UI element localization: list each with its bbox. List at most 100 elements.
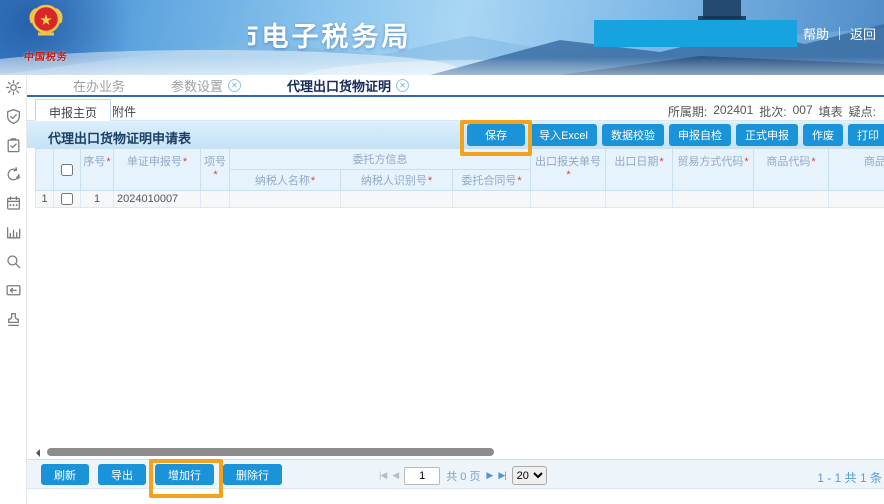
grid-button-group: 刷新 导出 增加行 删除行	[41, 464, 282, 485]
total-pages-label: 共 0 页	[446, 468, 480, 484]
horizontal-scrollbar	[27, 448, 884, 459]
tab-agency-export-certificate[interactable]: 代理出口货物证明	[287, 76, 409, 95]
goods-code-cell[interactable]	[754, 191, 829, 208]
item-no-cell[interactable]	[201, 191, 230, 208]
batch-label: 批次:	[759, 103, 786, 120]
scrollbar-thumb[interactable]	[47, 448, 494, 456]
refresh-button[interactable]: 刷新	[41, 464, 89, 485]
close-icon[interactable]	[396, 79, 409, 92]
add-row-button[interactable]: 增加行	[155, 464, 214, 485]
col-header-taxpayer-id: 纳税人识别号*	[341, 170, 453, 191]
last-page-icon[interactable]: ▶|	[498, 470, 505, 481]
col-header-trade-mode: 贸易方式代码*	[673, 149, 754, 191]
next-page-icon[interactable]: ▶	[486, 470, 492, 481]
shield-check-icon	[5, 108, 22, 125]
row-number-cell: 1	[36, 191, 54, 208]
back-link[interactable]: 返回	[850, 24, 876, 43]
required-asterisk: *	[311, 175, 315, 187]
period-label: 所属期:	[668, 103, 707, 120]
form-title: 代理出口货物证明申请表	[48, 128, 191, 147]
required-asterisk: *	[183, 156, 187, 168]
export-button[interactable]: 导出	[98, 464, 146, 485]
app-window: ★ 中国税务 市电子税务局 帮助 返回 在办业务 参数设置 代理出口货物证明	[0, 0, 884, 504]
bottom-toolbar: 刷新 导出 增加行 删除行 |◀ ◀ 共 0 页 ▶ ▶| 20 1 - 1	[27, 459, 884, 489]
redacted-user-info-block	[594, 20, 797, 47]
save-button-label: 保存	[485, 130, 507, 142]
page-title: 市电子税务局	[248, 15, 412, 54]
help-link[interactable]: 帮助	[803, 24, 829, 43]
top-tab-bar: 在办业务 参数设置 代理出口货物证明	[27, 75, 884, 97]
application-grid: 序号* 单证申报号* 项号* 委托方信息 出口报关单号* 出口日期* 贸易方式代…	[35, 148, 884, 208]
header-link-divider	[839, 27, 840, 40]
subtab-attachment[interactable]: 附件	[99, 99, 149, 121]
svg-text:★: ★	[39, 12, 52, 29]
sidebar-item-settings[interactable]	[5, 79, 22, 108]
national-tax-emblem-icon: ★	[25, 2, 67, 42]
scroll-left-arrow-icon[interactable]	[36, 449, 40, 457]
left-icon-sidebar	[0, 75, 27, 504]
contract-no-cell[interactable]	[453, 191, 531, 208]
sidebar-item-stamp[interactable]	[5, 311, 22, 340]
required-asterisk: *	[517, 175, 521, 187]
required-asterisk: *	[744, 156, 748, 168]
import-excel-button[interactable]: 导入Excel	[530, 124, 597, 146]
seq-cell[interactable]: 1	[81, 191, 114, 208]
formal-declare-button[interactable]: 正式申报	[736, 124, 798, 146]
self-check-button[interactable]: 申报自检	[669, 124, 731, 146]
goods-name-cell[interactable]	[829, 191, 884, 208]
tax-bureau-logo: ★ 中国税务	[14, 2, 78, 63]
monitor-arrow-icon	[5, 282, 22, 299]
first-page-icon[interactable]: |◀	[379, 470, 386, 481]
batch-value: 007	[793, 103, 813, 120]
required-asterisk: *	[428, 175, 432, 187]
sidebar-item-statistics[interactable]	[5, 224, 22, 253]
taxpayer-name-cell[interactable]	[230, 191, 341, 208]
col-header-export-date: 出口日期*	[606, 149, 673, 191]
main-content: 申报主页 附件 所属期: 202401 批次: 007 填表 疑点: 代理出口货…	[27, 97, 884, 504]
doubt-label: 疑点:	[849, 103, 876, 120]
sidebar-item-search[interactable]	[5, 253, 22, 282]
search-icon	[5, 253, 22, 270]
customs-no-cell[interactable]	[531, 191, 606, 208]
tab-parameter-settings[interactable]: 参数设置	[171, 76, 241, 95]
sidebar-item-exchange[interactable]	[5, 166, 22, 195]
void-button[interactable]: 作废	[803, 124, 843, 146]
page-number-input[interactable]	[404, 467, 440, 485]
col-header-taxpayer-name: 纳税人名称*	[230, 170, 341, 191]
action-button-group: 保存 导入Excel 数据校验 申报自检 正式申报 作废 打印	[467, 124, 884, 146]
sidebar-item-return-display[interactable]	[5, 282, 22, 311]
export-date-cell[interactable]	[606, 191, 673, 208]
logo-caption: 中国税务	[13, 48, 79, 63]
col-header-doc-no: 单证申报号*	[114, 149, 201, 191]
add-row-button-label: 增加行	[168, 470, 201, 482]
title-text: 电子税务局	[262, 22, 412, 52]
sidebar-item-tasks[interactable]	[5, 137, 22, 166]
delete-row-button[interactable]: 删除行	[223, 464, 282, 485]
select-all-header	[54, 149, 81, 191]
gear-icon	[5, 79, 22, 96]
page-size-select[interactable]: 20	[512, 466, 547, 485]
sidebar-item-protection[interactable]	[5, 108, 22, 137]
tab-pending-business[interactable]: 在办业务	[73, 76, 125, 95]
prev-page-icon[interactable]: ◀	[392, 470, 398, 481]
select-all-checkbox[interactable]	[61, 164, 73, 176]
pagination-bar: |◀ ◀ 共 0 页 ▶ ▶| 20	[379, 466, 547, 485]
circular-refresh-icon	[5, 166, 22, 183]
taxpayer-id-cell[interactable]	[341, 191, 453, 208]
data-check-button[interactable]: 数据校验	[602, 124, 664, 146]
doc-no-cell[interactable]: 2024010007	[114, 191, 201, 208]
col-header-contract-no: 委托合同号*	[453, 170, 531, 191]
group-header-entrusting-party: 委托方信息	[230, 149, 531, 170]
close-icon[interactable]	[228, 79, 241, 92]
row-number-header	[36, 149, 54, 191]
bar-chart-icon	[5, 224, 22, 241]
print-button[interactable]: 打印	[848, 124, 884, 146]
save-button[interactable]: 保存	[467, 124, 525, 146]
trade-mode-cell[interactable]	[673, 191, 754, 208]
required-asterisk: *	[106, 156, 110, 168]
sidebar-item-calendar[interactable]	[5, 195, 22, 224]
clipboard-check-icon	[5, 137, 22, 154]
period-batch-meta: 所属期: 202401 批次: 007 填表 疑点:	[668, 103, 876, 120]
row-checkbox[interactable]	[61, 193, 73, 205]
fill-form-label: 填表	[819, 103, 843, 120]
